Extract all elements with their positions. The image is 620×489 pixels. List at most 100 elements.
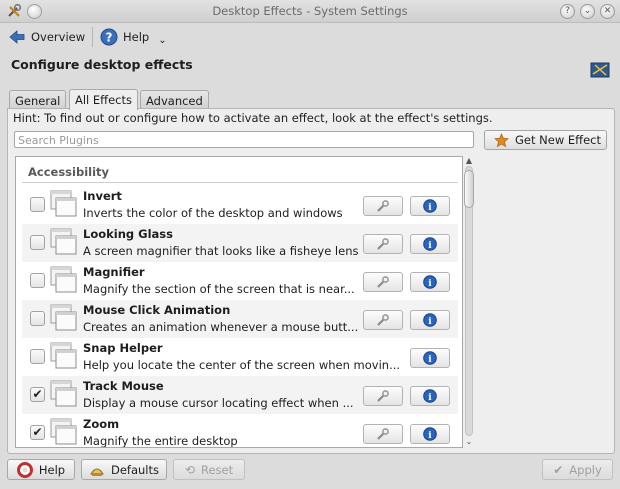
overview-label: Overview — [31, 30, 86, 44]
checkmark-icon: ✔ — [553, 462, 564, 477]
about-button[interactable]: i — [410, 196, 450, 216]
hint-text: Hint: To find out or configure how to ac… — [13, 111, 493, 125]
about-button[interactable]: i — [410, 272, 450, 292]
svg-text:?: ? — [106, 31, 113, 45]
list-item[interactable]: Magnifier Magnify the section of the scre… — [22, 262, 458, 300]
help-menu-button[interactable]: ? Help ⌄ — [100, 26, 167, 48]
title-bar[interactable]: Desktop Effects - System Settings ? ⌄ ✕ — [0, 0, 620, 23]
info-icon: i — [423, 199, 437, 213]
effect-name: Magnifier — [83, 265, 145, 279]
effect-description: Help you locate the center of the screen… — [83, 358, 401, 372]
effect-window-icon — [50, 266, 77, 293]
star-icon — [494, 132, 509, 147]
list-item[interactable]: Looking Glass A screen magnifier that loo… — [22, 224, 458, 262]
list-item[interactable]: ✔ Track Mouse Display a mouse cursor locat… — [22, 376, 458, 414]
page-title: Configure desktop effects — [11, 57, 193, 72]
effect-checkbox[interactable] — [30, 349, 45, 364]
apply-button-label: Apply — [569, 462, 602, 477]
back-arrow-icon — [9, 30, 25, 44]
wrench-icon — [377, 238, 389, 250]
effect-name: Zoom — [83, 417, 120, 431]
effect-checkbox[interactable] — [30, 273, 45, 288]
about-button[interactable]: i — [410, 424, 450, 444]
scroll-down-icon[interactable]: ⌄ — [464, 437, 474, 446]
info-icon: i — [423, 313, 437, 327]
about-button[interactable]: i — [410, 234, 450, 254]
svg-text:i: i — [428, 431, 432, 441]
effect-checkbox[interactable] — [30, 235, 45, 250]
effect-name: Looking Glass — [83, 227, 173, 241]
help-question-button[interactable]: ? — [560, 4, 575, 19]
about-button[interactable]: i — [410, 310, 450, 330]
configure-button[interactable] — [363, 196, 403, 216]
close-button[interactable]: ✕ — [600, 4, 615, 19]
effect-window-icon — [50, 342, 77, 369]
effect-name: Track Mouse — [83, 379, 164, 393]
effect-description: Creates an animation whenever a mouse bu… — [83, 320, 359, 334]
svg-text:i: i — [428, 317, 432, 327]
info-icon: i — [423, 275, 437, 289]
configure-button[interactable] — [363, 272, 403, 292]
tab-all-effects[interactable]: All Effects — [69, 89, 139, 110]
configure-button[interactable] — [363, 234, 403, 254]
list-item[interactable]: Invert Inverts the color of the desktop a… — [22, 186, 458, 224]
reset-button[interactable]: ⟲ Reset — [173, 459, 245, 480]
minimize-button[interactable]: ⌄ — [580, 4, 595, 19]
wrench-icon — [377, 314, 389, 326]
help-button[interactable]: Help — [7, 459, 75, 480]
info-icon: i — [423, 351, 437, 365]
effect-window-icon — [50, 228, 77, 255]
category-divider — [22, 182, 458, 183]
effect-checkbox[interactable] — [30, 311, 45, 326]
list-scrollbar[interactable]: ▲ ⌄ — [462, 156, 476, 446]
category-header: Accessibility — [28, 165, 110, 179]
get-new-effect-label: Get New Effect — [515, 133, 601, 147]
defaults-button[interactable]: Defaults — [81, 459, 167, 480]
reset-icon: ⟲ — [184, 462, 195, 477]
effect-window-icon — [50, 380, 77, 407]
effect-checkbox[interactable]: ✔ — [30, 425, 45, 440]
overview-button[interactable]: Overview — [8, 26, 85, 48]
svg-text:i: i — [428, 203, 432, 213]
scroll-up-icon[interactable]: ▲ — [464, 156, 474, 165]
about-button[interactable]: i — [410, 386, 450, 406]
effect-window-icon — [50, 304, 77, 331]
effect-window-icon — [50, 190, 77, 217]
wrench-icon — [377, 200, 389, 212]
toolbar: Overview ? Help ⌄ — [0, 23, 620, 51]
get-new-effect-button[interactable]: Get New Effect — [484, 130, 607, 150]
svg-text:i: i — [428, 355, 432, 365]
help-button-label: Help — [38, 462, 66, 477]
info-icon: i — [423, 389, 437, 403]
help-lifebuoy-icon — [16, 461, 33, 478]
tab-general[interactable]: General — [9, 90, 67, 110]
help-label: Help — [123, 30, 150, 44]
svg-text:i: i — [428, 393, 432, 403]
list-item[interactable]: Snap Helper Help you locate the center of… — [22, 338, 458, 376]
effect-description: Magnify the section of the screen that i… — [83, 282, 355, 296]
wrench-icon — [377, 390, 389, 402]
configure-button[interactable] — [363, 386, 403, 406]
effect-checkbox[interactable] — [30, 197, 45, 212]
configure-button[interactable] — [363, 424, 403, 444]
apply-button[interactable]: ✔ Apply — [542, 459, 613, 480]
tab-advanced[interactable]: Advanced — [140, 90, 209, 110]
list-item[interactable]: ✔ Zoom Magnify the entire desktop i — [22, 414, 458, 447]
toolbar-separator — [92, 27, 93, 47]
about-button[interactable]: i — [410, 348, 450, 368]
effect-name: Snap Helper — [83, 341, 163, 355]
effect-name: Mouse Click Animation — [83, 303, 231, 317]
list-item[interactable]: Mouse Click Animation Creates an animatio… — [22, 300, 458, 338]
effect-checkbox[interactable]: ✔ — [30, 387, 45, 402]
wrench-icon — [377, 428, 389, 440]
scrollbar-thumb[interactable] — [464, 170, 474, 208]
wrench-icon — [377, 276, 389, 288]
svg-text:i: i — [428, 279, 432, 289]
configure-button[interactable] — [363, 310, 403, 330]
effect-description: A screen magnifier that looks like a fis… — [83, 244, 359, 258]
desktop-effects-icon — [590, 62, 610, 78]
effects-list[interactable]: Accessibility Invert Inverts the color of… — [15, 156, 463, 448]
search-input[interactable]: Search Plugins — [14, 131, 474, 148]
defaults-button-label: Defaults — [110, 462, 159, 477]
info-icon: i — [423, 427, 437, 441]
